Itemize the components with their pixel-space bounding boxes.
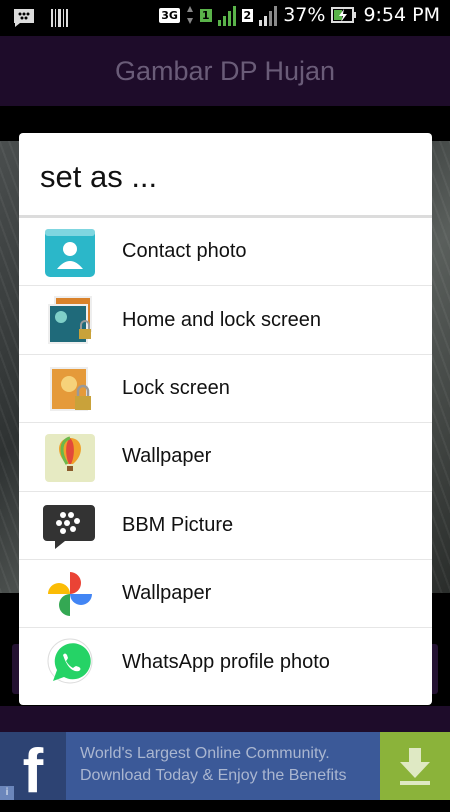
option-label: Lock screen (122, 376, 230, 399)
sim1-signal-icon (217, 4, 236, 26)
battery-charging-icon (331, 7, 357, 23)
option-home-and-lock-screen[interactable]: Home and lock screen (19, 286, 432, 355)
app-bar: Gambar DP Hujan (0, 36, 450, 106)
option-whatsapp-profile-photo[interactable]: WhatsApp profile photo (19, 628, 432, 696)
option-label: Home and lock screen (122, 308, 321, 331)
home-lock-screen-icon (48, 296, 92, 345)
status-bar: 3G 1 2 37% 9:54 PM (0, 0, 450, 36)
app-title: Gambar DP Hujan (114, 56, 336, 86)
option-lock-screen[interactable]: Lock screen (19, 355, 432, 424)
option-label: Wallpaper (122, 445, 212, 468)
option-wallpaper[interactable]: Wallpaper (19, 423, 432, 492)
option-label: Contact photo (122, 240, 247, 263)
google-photos-pinwheel-icon (48, 571, 92, 616)
balloon-wallpaper-icon (45, 434, 95, 483)
option-wallpaper-photos[interactable]: Wallpaper (19, 560, 432, 629)
option-label: Wallpaper (122, 582, 212, 605)
ad-text: World's Largest Online Community. Downlo… (80, 743, 347, 787)
lock-screen-icon (50, 366, 91, 411)
bbm-icon (43, 504, 95, 549)
whatsapp-icon (47, 638, 93, 684)
download-icon (400, 748, 430, 785)
data-arrows-icon (186, 6, 193, 24)
sim2-signal-icon (259, 4, 278, 26)
contact-photo-icon (45, 229, 95, 277)
option-label: WhatsApp profile photo (122, 651, 330, 674)
option-bbm-picture[interactable]: BBM Picture (19, 492, 432, 560)
system-indicators: 3G 1 2 37% 9:54 PM (159, 4, 440, 26)
option-contact-photo[interactable]: Contact photo (19, 218, 432, 287)
ad-download-button[interactable] (380, 732, 450, 800)
barcode-notification-icon (51, 9, 68, 27)
set-as-dialog: set as ... Contact photo Home and lock s… (19, 133, 432, 705)
sim2-badge: 2 (241, 8, 254, 22)
notification-icons (12, 7, 70, 29)
bbm-notification-icon (14, 9, 34, 27)
ad-line-1: World's Largest Online Community. (80, 745, 330, 762)
ad-banner[interactable]: f i World's Largest Online Community. Do… (0, 732, 450, 806)
option-label: BBM Picture (122, 513, 234, 536)
network-type-badge: 3G (159, 7, 180, 23)
dialog-title: set as ... (19, 133, 432, 218)
ad-info-icon[interactable]: i (0, 786, 14, 800)
battery-percentage: 37% (283, 4, 326, 26)
clock: 9:54 PM (363, 4, 440, 26)
sim1-badge: 1 (199, 8, 212, 22)
ad-line-2: Download Today & Enjoy the Benefits (80, 767, 347, 784)
background-strip (0, 706, 450, 732)
